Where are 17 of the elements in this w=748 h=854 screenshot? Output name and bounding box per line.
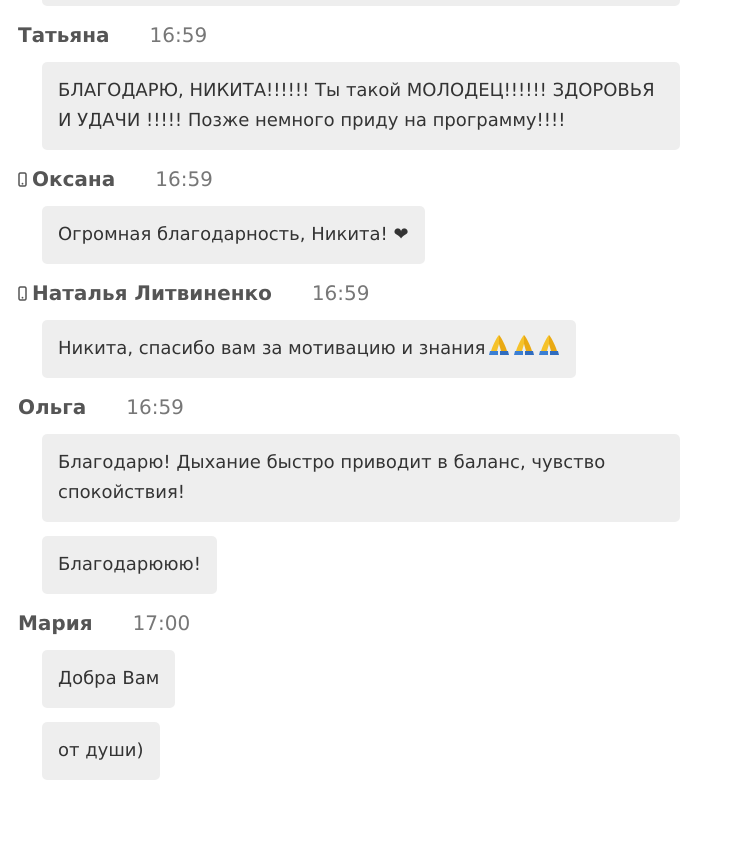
- author-name: Мария: [18, 610, 93, 637]
- message-text: Добра Вам: [42, 650, 176, 708]
- message-time: 16:59: [150, 22, 208, 49]
- message-text: Огромная благодарность, Никита! ❤: [42, 206, 425, 264]
- message-text: БЛАГОДАРЮ, НИКИТА!!!!!! Ты такой МОЛОДЕЦ!!!!!! ЗДОРОВЬЯ И УДАЧИ !!!!! Позже немного приду на программу!!!!: [42, 62, 680, 150]
- author-name: Наталья Литвиненко: [32, 280, 272, 307]
- author-name: Ольга: [18, 394, 86, 421]
- message-text: от души): [42, 722, 160, 780]
- message-text: Благодарю! Дыхание быстро приводит в баланс, чувство спокойствия!: [42, 434, 680, 522]
- message-time: 17:00: [132, 610, 190, 637]
- message-text: Благодарююю!: [42, 536, 217, 594]
- author-name: Татьяна: [18, 22, 110, 49]
- message-time: 16:59: [155, 166, 213, 193]
- message-time: 16:59: [312, 280, 370, 307]
- author-name: Оксана: [32, 166, 116, 193]
- message-time: 16:59: [126, 394, 184, 421]
- message-text: Никита, спасибо вам за мотивацию и знания: [58, 338, 486, 359]
